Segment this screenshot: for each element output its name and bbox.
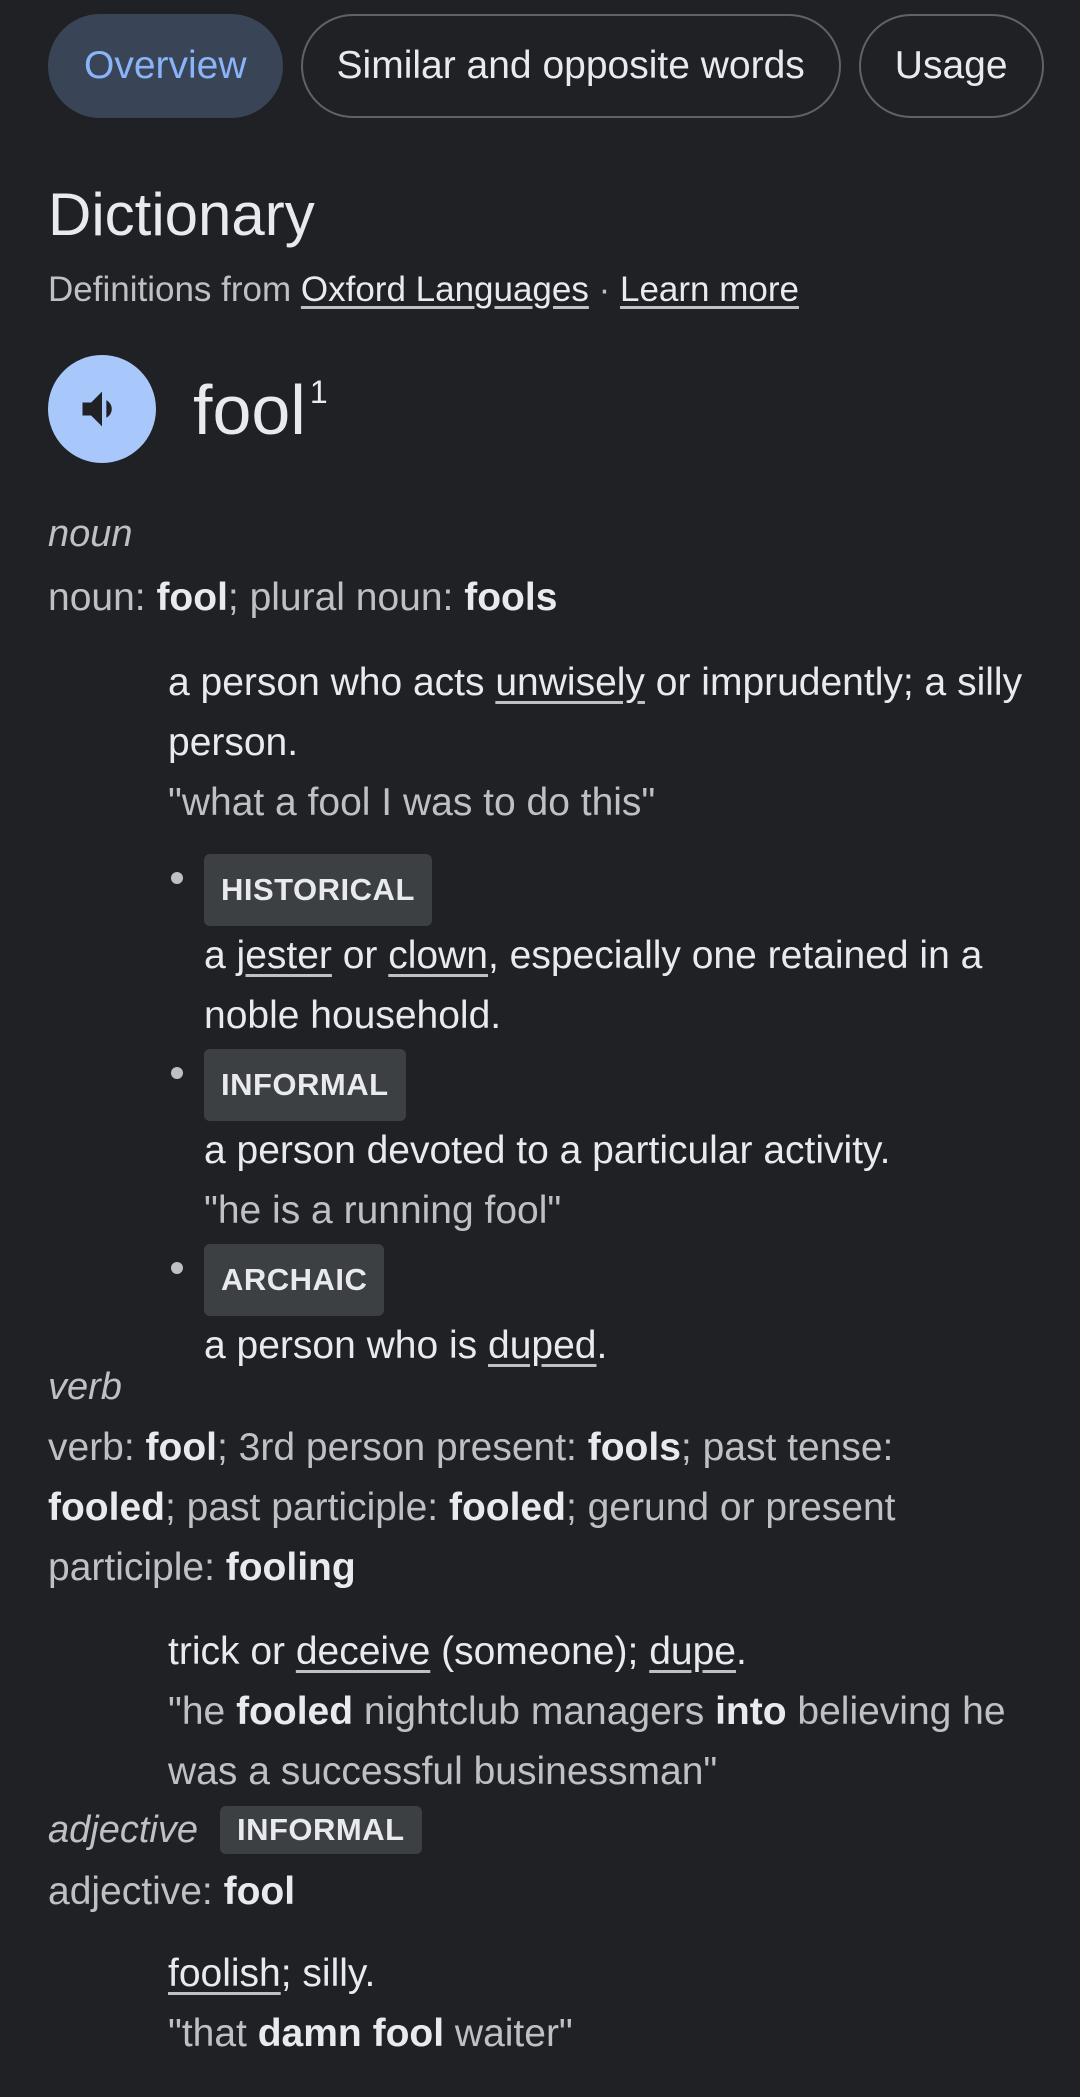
definition-link[interactable]: deceive xyxy=(296,1630,430,1673)
definition-link[interactable]: unwisely xyxy=(495,661,645,704)
bullet xyxy=(171,1262,183,1274)
example-part: waiter" xyxy=(444,2012,573,2055)
definition-link[interactable]: dupe xyxy=(649,1630,736,1673)
forms-label: ; past participle: xyxy=(164,1486,449,1529)
register-tag: INFORMAL xyxy=(219,1806,422,1854)
adjective-definition: foolish; silly. "that damn fool waiter" xyxy=(168,1944,1028,2064)
bullet xyxy=(171,1067,183,1079)
pos-verb: verb xyxy=(48,1366,122,1408)
verb-forms: verb: fool; 3rd person present: fools; p… xyxy=(48,1418,978,1598)
forms-word: fool xyxy=(145,1426,218,1469)
noun-sense-informal: INFORMAL a person devoted to a particula… xyxy=(204,1049,1034,1241)
volume-icon xyxy=(82,391,112,427)
forms-word: fools xyxy=(587,1426,681,1469)
example-bold: into xyxy=(715,1690,787,1733)
tab-usage[interactable]: Usage xyxy=(858,14,1044,118)
example-text: "he is a running fool" xyxy=(204,1189,562,1232)
bullet xyxy=(171,872,183,884)
example-part: nightclub managers xyxy=(353,1690,716,1733)
learn-more-link[interactable]: Learn more xyxy=(620,270,799,309)
forms-label: ; 3rd person present: xyxy=(217,1426,588,1469)
pos-noun: noun xyxy=(48,513,133,555)
register-tag: HISTORICAL xyxy=(204,854,432,926)
tab-overview[interactable]: Overview xyxy=(48,14,283,118)
tab-similar-and-opposite-words[interactable]: Similar and opposite words xyxy=(300,14,841,118)
homograph-number: 1 xyxy=(309,374,328,410)
forms-label: ; past tense: xyxy=(680,1426,894,1469)
source-line: Definitions from Oxford Languages · Lear… xyxy=(48,270,799,310)
noun-sense-historical: HISTORICAL a jester or clown, especially… xyxy=(204,854,1034,1046)
forms-label: adjective: xyxy=(48,1870,224,1913)
register-tag: INFORMAL xyxy=(204,1049,406,1121)
forms-label: ; plural noun: xyxy=(227,576,465,619)
definition-text: a person who is xyxy=(204,1324,488,1367)
forms-word: fool xyxy=(223,1870,296,1913)
dictionary-page: Overview Similar and opposite words Usag… xyxy=(0,0,1080,2097)
forms-label: noun: xyxy=(48,576,157,619)
register-tag: ARCHAIC xyxy=(204,1244,385,1316)
source-prefix: Definitions from xyxy=(48,270,292,309)
definition-text: . xyxy=(596,1324,608,1367)
headword: fool 1 xyxy=(193,370,328,450)
forms-word: fooled xyxy=(448,1486,566,1529)
example-text: "what a fool I was to do this" xyxy=(168,781,656,824)
pos-adjective: adjective xyxy=(48,1808,198,1851)
pronunciation-button[interactable] xyxy=(48,355,156,463)
definition-text: a person who acts xyxy=(168,661,496,704)
noun-definition-1: a person who acts unwisely or imprudentl… xyxy=(168,653,1028,833)
forms-word: fooled xyxy=(48,1486,165,1529)
definition-text: ; silly. xyxy=(280,1952,376,1995)
noun-forms: noun: fool; plural noun: fools xyxy=(48,568,557,628)
forms-word: fooling xyxy=(225,1546,356,1589)
example-part: "that xyxy=(168,2012,258,2055)
separator: · xyxy=(598,270,611,309)
adjective-forms: adjective: fool xyxy=(48,1862,295,1922)
definition-text: a xyxy=(204,934,237,977)
noun-sense-archaic: ARCHAIC a person who is duped. xyxy=(204,1244,1034,1376)
adjective-header: adjective INFORMAL xyxy=(48,1806,422,1854)
definition-text: or xyxy=(331,934,389,977)
definition-link[interactable]: jester xyxy=(237,934,332,977)
definition-text: (someone); xyxy=(430,1630,650,1673)
definition-text: . xyxy=(735,1630,747,1673)
dictionary-title: Dictionary xyxy=(48,181,315,248)
verb-definition: trick or deceive (someone); dupe. "he fo… xyxy=(168,1622,1028,1802)
forms-label: verb: xyxy=(48,1426,146,1469)
forms-word: fools xyxy=(464,576,558,619)
definition-link[interactable]: duped xyxy=(488,1324,596,1367)
definition-link[interactable]: clown xyxy=(388,934,488,977)
example-bold: damn fool xyxy=(257,2012,445,2055)
definition-text: trick or xyxy=(168,1630,296,1673)
example-text: "that damn fool waiter" xyxy=(168,2012,573,2055)
forms-word: fool xyxy=(156,576,228,619)
headword-text: fool xyxy=(193,371,306,449)
definition-text: a person devoted to a particular activit… xyxy=(204,1129,891,1172)
tab-bar: Overview Similar and opposite words Usag… xyxy=(48,14,1044,118)
example-text: "he fooled nightclub managers into belie… xyxy=(168,1690,1006,1793)
definition-link[interactable]: foolish xyxy=(168,1952,281,1995)
example-bold: fooled xyxy=(236,1690,354,1733)
oxford-languages-link[interactable]: Oxford Languages xyxy=(301,270,589,309)
example-part: "he xyxy=(168,1690,237,1733)
